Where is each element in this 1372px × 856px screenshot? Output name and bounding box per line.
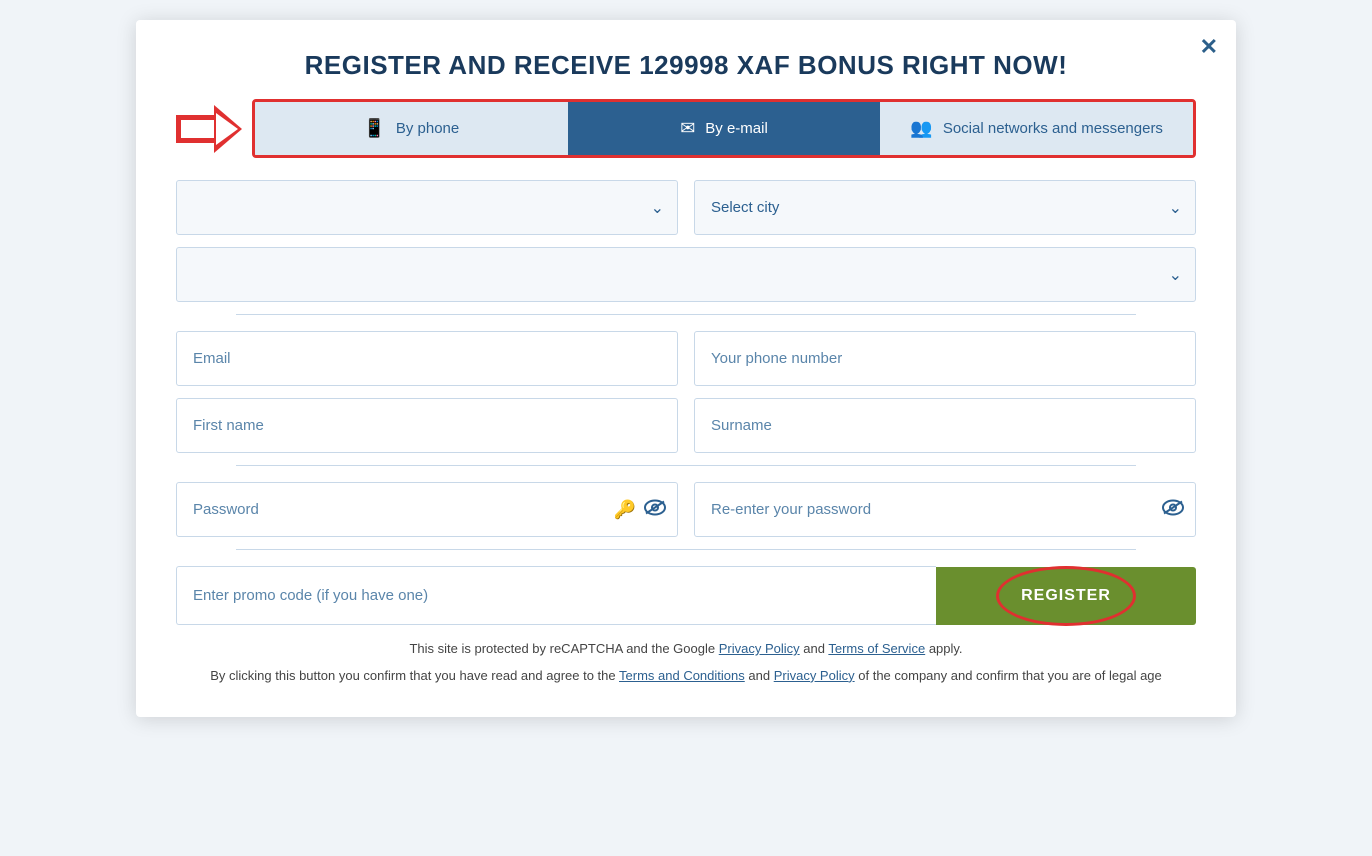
phone-input[interactable] — [694, 331, 1196, 386]
tab-by-email[interactable]: ✉ By e-mail — [568, 102, 881, 155]
phone-group — [694, 331, 1196, 386]
divider-2 — [236, 465, 1136, 466]
arrow-body — [176, 115, 214, 143]
recaptcha-footer: This site is protected by reCAPTCHA and … — [176, 639, 1196, 660]
divider-3 — [236, 549, 1136, 550]
tab-social[interactable]: 👥 Social networks and messengers — [880, 102, 1193, 155]
divider-1 — [236, 314, 1136, 315]
phone-icon: 📱 — [363, 118, 385, 139]
close-button[interactable]: ✕ — [1200, 34, 1218, 60]
currency-select[interactable] — [176, 247, 1196, 302]
email-input[interactable] — [176, 331, 678, 386]
firstname-input[interactable] — [176, 398, 678, 453]
password-row: 🔑 — [176, 482, 1196, 537]
show-repassword-icon[interactable] — [1162, 499, 1184, 520]
key-icon[interactable]: 🔑 — [614, 499, 636, 520]
password-icons: 🔑 — [614, 499, 666, 520]
tabs-wrapper: 📱 By phone ✉ By e-mail 👥 Social networks… — [176, 99, 1196, 158]
tab-by-phone[interactable]: 📱 By phone — [255, 102, 568, 155]
register-button-wrap: REGISTER — [936, 566, 1196, 625]
repassword-input[interactable] — [694, 482, 1196, 537]
password-group: 🔑 — [176, 482, 678, 537]
name-row — [176, 398, 1196, 453]
privacy-policy-link[interactable]: Privacy Policy — [719, 641, 800, 656]
privacy-link[interactable]: Privacy Policy — [774, 668, 855, 683]
repassword-group — [694, 482, 1196, 537]
terms-conditions-link[interactable]: Terms and Conditions — [619, 668, 745, 683]
surname-group — [694, 398, 1196, 453]
currency-row: ⌄ — [176, 247, 1196, 302]
promo-input[interactable] — [176, 566, 936, 625]
promo-register-row: REGISTER — [176, 566, 1196, 625]
country-select-group: ⌄ — [176, 180, 678, 235]
surname-input[interactable] — [694, 398, 1196, 453]
country-city-row: ⌄ Select city ⌄ — [176, 180, 1196, 235]
terms-footer: By clicking this button you confirm that… — [176, 666, 1196, 687]
city-select[interactable]: Select city — [694, 180, 1196, 235]
email-phone-row — [176, 331, 1196, 386]
city-select-group: Select city ⌄ — [694, 180, 1196, 235]
repassword-icons — [1162, 499, 1184, 520]
email-group — [176, 331, 678, 386]
country-select[interactable] — [176, 180, 678, 235]
terms-of-service-link[interactable]: Terms of Service — [828, 641, 925, 656]
registration-tabs: 📱 By phone ✉ By e-mail 👥 Social networks… — [252, 99, 1196, 158]
register-button[interactable]: REGISTER — [936, 567, 1196, 625]
password-input[interactable] — [176, 482, 678, 537]
arrow-indicator — [176, 105, 242, 153]
email-icon: ✉ — [680, 118, 695, 139]
modal-title: REGISTER AND RECEIVE 129998 XAF BONUS RI… — [176, 50, 1196, 81]
currency-select-group: ⌄ — [176, 247, 1196, 302]
firstname-group — [176, 398, 678, 453]
social-icon: 👥 — [910, 118, 932, 139]
show-password-icon[interactable] — [644, 499, 666, 520]
arrow-head — [214, 105, 242, 153]
register-modal: ✕ REGISTER AND RECEIVE 129998 XAF BONUS … — [136, 20, 1236, 717]
